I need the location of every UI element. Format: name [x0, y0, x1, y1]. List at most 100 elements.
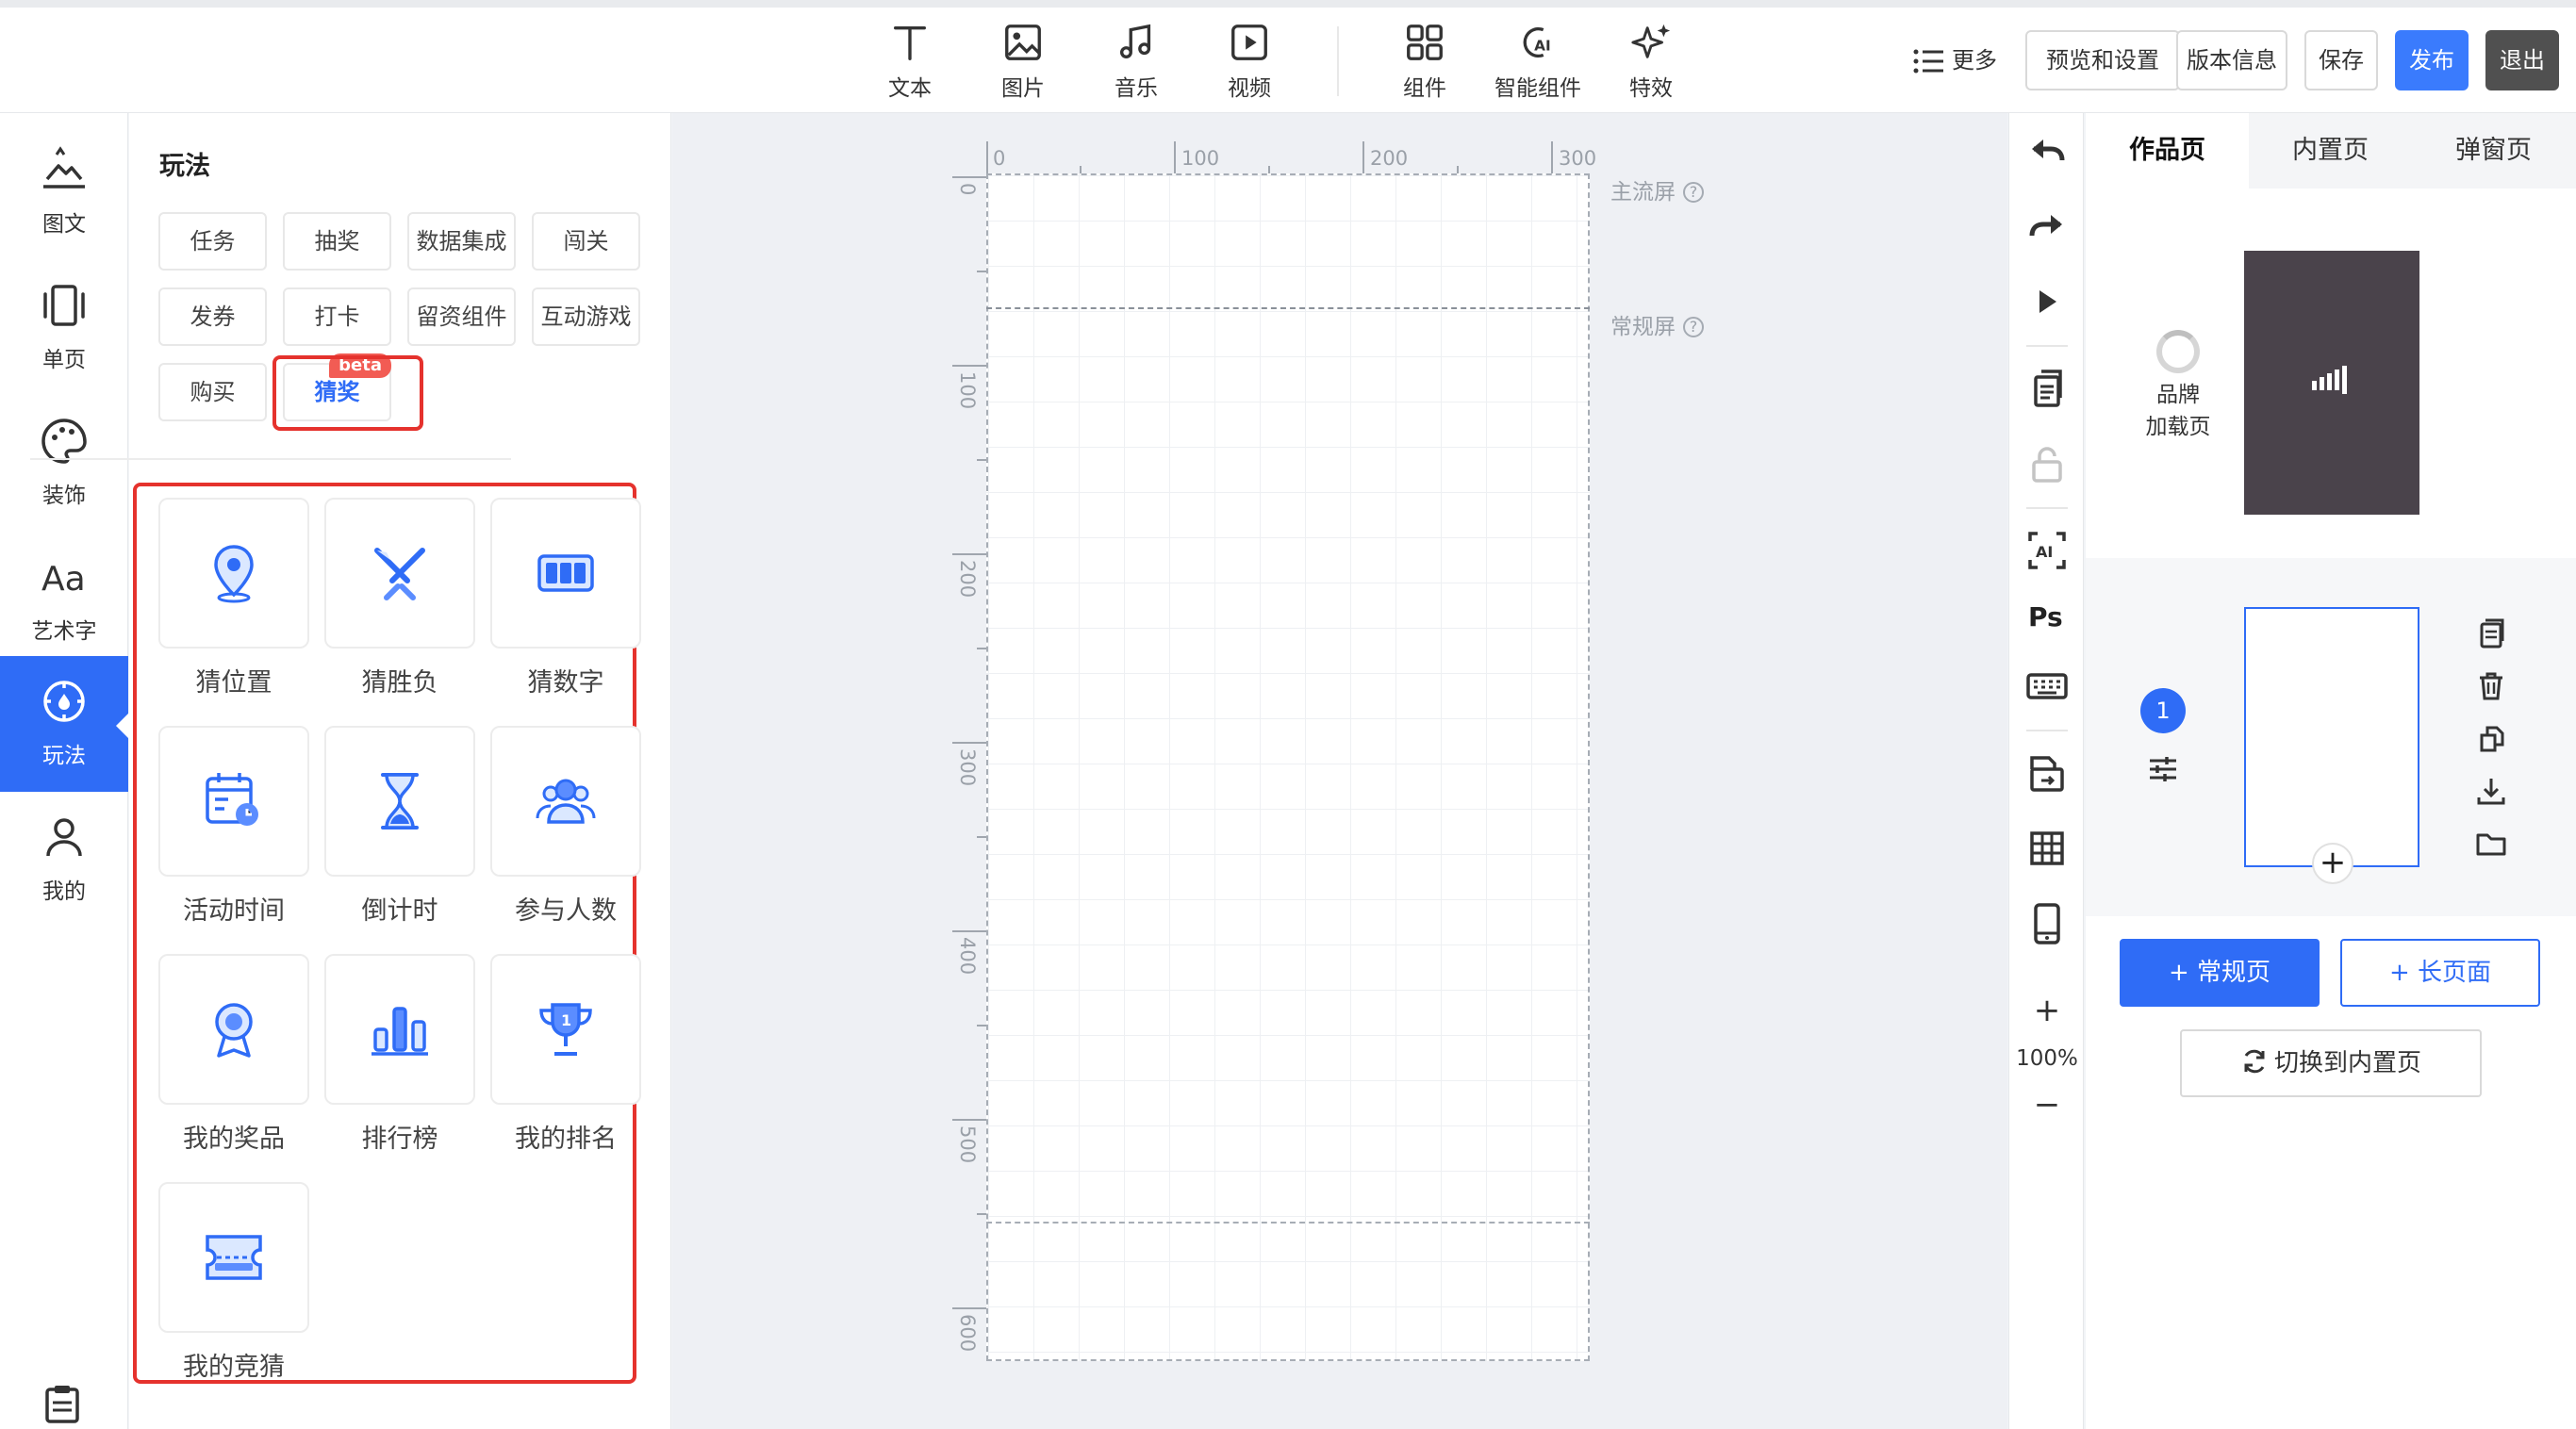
tab-builtin-pages[interactable]: 内置页: [2249, 113, 2412, 189]
ruler-tick-label: 600: [956, 1314, 979, 1353]
clipboard-icon[interactable]: [41, 1384, 83, 1425]
widget-leaderboard[interactable]: 排行榜: [324, 954, 475, 1173]
widget-guess-number[interactable]: 猜数字: [490, 498, 641, 716]
grid-icon[interactable]: [2024, 826, 2070, 871]
widget-my-prize[interactable]: 我的奖品: [158, 954, 309, 1173]
version-info-button[interactable]: 版本信息: [2176, 30, 2287, 90]
photoshop-icon[interactable]: Ps: [2024, 592, 2070, 637]
ai-scan-icon[interactable]: AI: [2024, 528, 2070, 573]
rail-item-decoration[interactable]: 装饰: [0, 396, 128, 532]
redo-icon[interactable]: [2024, 204, 2070, 249]
category-coupon[interactable]: 发券: [158, 287, 267, 346]
zoom-in-button[interactable]: +: [2009, 992, 2085, 1029]
single-page-icon: [43, 285, 85, 326]
download-page-icon[interactable]: [2474, 775, 2508, 809]
tab-popup-pages[interactable]: 弹窗页: [2412, 113, 2575, 189]
widget-my-guesses[interactable]: 我的竞猜: [158, 1182, 309, 1401]
add-long-page-button[interactable]: + 长页面: [2340, 939, 2540, 1007]
page-switch-icon[interactable]: [2024, 750, 2070, 796]
widget-activity-time[interactable]: 活动时间: [158, 726, 309, 944]
widget-label: 猜胜负: [361, 668, 438, 698]
highlight-box-category: [272, 355, 423, 431]
help-icon[interactable]: ?: [1683, 182, 1704, 203]
more-menu[interactable]: 更多: [1912, 41, 1997, 79]
copy-page-icon[interactable]: [2474, 722, 2508, 756]
rail-item-mine[interactable]: 我的: [0, 792, 128, 928]
unlock-icon[interactable]: [2024, 441, 2070, 486]
save-button[interactable]: 保存: [2304, 30, 2378, 90]
widget-guess-win-lose[interactable]: 猜胜负: [324, 498, 475, 716]
regular-screen-label: 常规屏?: [1610, 308, 1704, 340]
main-screen-text: 主流屏: [1610, 180, 1676, 205]
page-settings-sliders-icon[interactable]: [2146, 752, 2180, 786]
duplicate-page-icon[interactable]: [2474, 616, 2508, 650]
regular-screen-text: 常规屏: [1610, 315, 1676, 339]
mobile-device-icon[interactable]: [2024, 901, 2070, 946]
widget-countdown[interactable]: 倒计时: [324, 726, 475, 944]
main-screen-label: 主流屏?: [1610, 173, 1704, 205]
tool-components[interactable]: 组件: [1373, 21, 1477, 106]
zoom-out-button[interactable]: −: [2009, 1086, 2085, 1124]
copy-layers-icon[interactable]: [2024, 366, 2070, 411]
top-edge: [0, 0, 2576, 8]
tool-image[interactable]: 图片: [971, 21, 1075, 106]
widget-label: 我的竞猜: [183, 1353, 285, 1382]
components-icon: [1407, 25, 1443, 60]
tools-divider: [2026, 345, 2068, 347]
tool-music[interactable]: 音乐: [1084, 21, 1188, 106]
category-lead-form[interactable]: 留资组件: [407, 287, 516, 346]
delete-page-icon[interactable]: [2474, 669, 2508, 703]
bar-chart-icon: [372, 1007, 428, 1056]
tool-text[interactable]: 文本: [858, 21, 962, 106]
add-regular-page-button[interactable]: + 常规页: [2120, 939, 2320, 1007]
ruler-tick-label: 400: [956, 937, 979, 976]
tool-effects[interactable]: 特效: [1599, 21, 1703, 106]
preview-settings-button[interactable]: 预览和设置: [2025, 30, 2180, 90]
page-thumbnail-1[interactable]: [2244, 607, 2419, 867]
category-interactive-game[interactable]: 互动游戏: [532, 287, 640, 346]
rail-label: 玩法: [42, 744, 86, 768]
folder-icon[interactable]: [2474, 828, 2508, 862]
tab-work-pages[interactable]: 作品页: [2086, 113, 2249, 189]
bottom-safe-boundary: [986, 1222, 1590, 1224]
brand-page-thumbnail[interactable]: [2244, 251, 2419, 515]
widget-label: 猜数字: [527, 668, 604, 698]
publish-button[interactable]: 发布: [2395, 30, 2469, 90]
category-purchase[interactable]: 购买: [158, 363, 267, 421]
tool-video[interactable]: 视频: [1197, 21, 1301, 106]
brand-loading-page[interactable]: 品牌 加载页: [2131, 330, 2225, 443]
tool-label: 视频: [1228, 76, 1271, 101]
widget-my-rank[interactable]: 1 我的排名: [490, 954, 641, 1173]
category-level[interactable]: 闯关: [532, 212, 640, 271]
page-canvas[interactable]: [986, 173, 1590, 1361]
rail-label: 我的: [42, 879, 86, 904]
widget-guess-location[interactable]: 猜位置: [158, 498, 309, 716]
tool-ai-components[interactable]: AI 智能组件: [1486, 21, 1590, 106]
text-icon: [893, 25, 927, 60]
category-data-integration[interactable]: 数据集成: [407, 212, 516, 271]
svg-text:AI: AI: [1534, 38, 1551, 55]
play-preview-icon[interactable]: [2024, 279, 2070, 324]
category-task[interactable]: 任务: [158, 212, 267, 271]
gameplay-icon: [43, 681, 85, 722]
signal-bars-icon: [2312, 366, 2347, 394]
keyboard-icon[interactable]: [2024, 664, 2070, 709]
sparkle-icon: [1631, 24, 1671, 58]
rail-item-gameplay[interactable]: 玩法: [0, 656, 129, 792]
widget-label: 活动时间: [183, 896, 285, 926]
add-page-after-button[interactable]: +: [2312, 843, 2353, 884]
widget-label: 我的奖品: [183, 1125, 285, 1154]
rail-item-single-page[interactable]: 单页: [0, 260, 128, 396]
rail-label: 单页: [42, 348, 86, 372]
rail-item-art-text[interactable]: Aa 艺术字: [0, 532, 128, 667]
main-screen-boundary: [986, 307, 1590, 309]
category-lottery[interactable]: 抽奖: [283, 212, 391, 271]
tool-label: 智能组件: [1494, 76, 1581, 101]
undo-icon[interactable]: [2024, 128, 2070, 173]
help-icon[interactable]: ?: [1683, 317, 1704, 337]
exit-button[interactable]: 退出: [2485, 30, 2559, 90]
widget-participants[interactable]: 参与人数: [490, 726, 641, 944]
switch-to-builtin-button[interactable]: 切换到内置页: [2180, 1029, 2482, 1097]
category-checkin[interactable]: 打卡: [283, 287, 391, 346]
rail-item-image-text[interactable]: 图文: [0, 124, 128, 260]
